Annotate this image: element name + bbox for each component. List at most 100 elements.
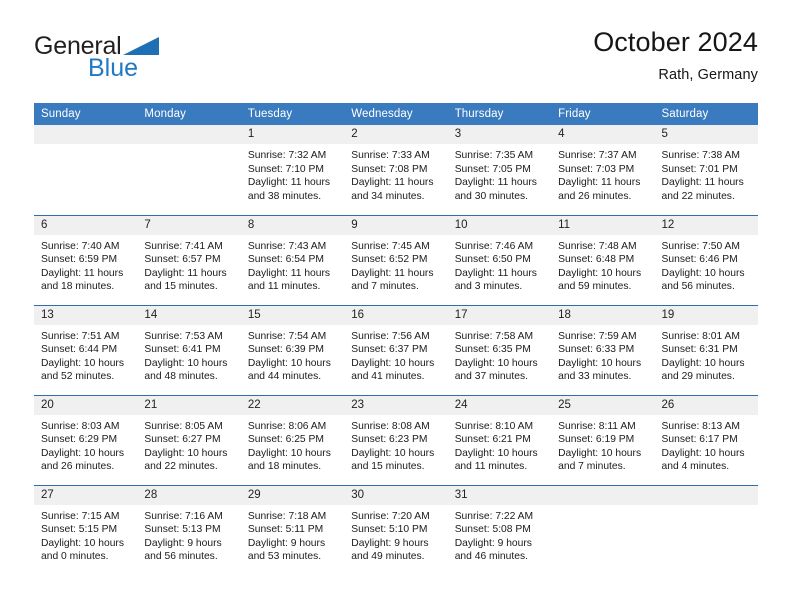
- sunset-text: Sunset: 6:54 PM: [247, 254, 324, 266]
- daylight-text-line1: Daylight: 9 hours: [144, 537, 222, 549]
- day-details: Sunrise: 7:58 AM Sunset: 6:35 PM Daylight:…: [448, 325, 551, 384]
- brand-logo[interactable]: General Blue: [34, 28, 214, 81]
- day-details: Sunrise: 8:03 AM Sunset: 6:29 PM Daylight:…: [34, 415, 137, 474]
- calendar-day-cell[interactable]: 11 Sunrise: 7:48 AM Sunset: 6:48 PM Dayligh…: [551, 215, 655, 306]
- daylight-text-line2: and 7 minutes.: [558, 461, 626, 473]
- sunset-text: Sunset: 5:13 PM: [144, 524, 221, 536]
- sunrise-text: Sunrise: 7:18 AM: [247, 510, 327, 522]
- sunset-text: Sunset: 7:08 PM: [351, 163, 428, 175]
- day-details: Sunrise: 8:13 AM Sunset: 6:17 PM Daylight:…: [655, 415, 758, 474]
- calendar-day-cell[interactable]: 8 Sunrise: 7:43 AM Sunset: 6:54 PM Daylight…: [240, 215, 345, 306]
- day-details: Sunrise: 7:45 AM Sunset: 6:52 PM Daylight:…: [344, 235, 447, 294]
- sunrise-text: Sunrise: 7:48 AM: [558, 240, 637, 252]
- sunrise-text: Sunrise: 7:45 AM: [351, 240, 430, 252]
- day-number: [551, 485, 655, 505]
- calendar-day-cell[interactable]: 5 Sunrise: 7:38 AM Sunset: 7:01 PM Daylight…: [654, 125, 758, 216]
- daylight-text-line2: and 33 minutes.: [558, 371, 632, 383]
- day-number: 15: [240, 305, 345, 325]
- sunset-text: Sunset: 6:57 PM: [144, 254, 221, 266]
- daylight-text-line2: and 18 minutes.: [247, 461, 322, 473]
- calendar-day-cell[interactable]: 12 Sunrise: 7:50 AM Sunset: 6:46 PM Dayligh…: [654, 215, 758, 306]
- calendar-day-cell[interactable]: 18 Sunrise: 7:59 AM Sunset: 6:33 PM Dayligh…: [551, 305, 655, 396]
- day-number: 2: [344, 125, 448, 144]
- daylight-text-line1: Daylight: 11 hours: [247, 267, 331, 279]
- calendar-day-cell[interactable]: 17 Sunrise: 7:58 AM Sunset: 6:35 PM Dayligh…: [447, 305, 552, 396]
- day-details: Sunrise: 7:51 AM Sunset: 6:44 PM Daylight:…: [34, 325, 137, 384]
- daylight-text-line1: Daylight: 11 hours: [661, 177, 744, 189]
- daylight-text-line1: Daylight: 10 hours: [144, 357, 228, 369]
- calendar-day-cell[interactable]: 4 Sunrise: 7:37 AM Sunset: 7:03 PM Daylight…: [551, 125, 655, 216]
- calendar-day-cell[interactable]: 25 Sunrise: 8:11 AM Sunset: 6:19 PM Dayligh…: [551, 395, 655, 486]
- calendar-day-cell[interactable]: 19 Sunrise: 8:01 AM Sunset: 6:31 PM Dayligh…: [654, 305, 758, 396]
- day-details: Sunrise: 7:43 AM Sunset: 6:54 PM Daylight:…: [241, 235, 344, 294]
- daylight-text-line2: and 38 minutes.: [247, 190, 322, 202]
- daylight-text-line1: Daylight: 10 hours: [351, 357, 435, 369]
- daylight-text-line2: and 59 minutes.: [558, 281, 632, 293]
- daylight-text-line2: and 30 minutes.: [454, 190, 528, 202]
- calendar-day-cell[interactable]: 1 Sunrise: 7:32 AM Sunset: 7:10 PM Daylight…: [240, 125, 345, 216]
- calendar-day-cell[interactable]: 16 Sunrise: 7:56 AM Sunset: 6:37 PM Dayligh…: [344, 305, 448, 396]
- daylight-text-line2: and 15 minutes.: [144, 281, 218, 293]
- day-details: Sunrise: 8:11 AM Sunset: 6:19 PM Daylight:…: [551, 415, 654, 474]
- calendar-day-cell[interactable]: 22 Sunrise: 8:06 AM Sunset: 6:25 PM Dayligh…: [240, 395, 345, 486]
- calendar-day-cell[interactable]: 31 Sunrise: 7:22 AM Sunset: 5:08 PM Dayligh…: [447, 485, 552, 575]
- day-number: [137, 125, 241, 144]
- daylight-text-line2: and 11 minutes.: [454, 461, 528, 473]
- day-details: Sunrise: 8:06 AM Sunset: 6:25 PM Daylight:…: [241, 415, 344, 474]
- calendar-day-cell[interactable]: 30 Sunrise: 7:20 AM Sunset: 5:10 PM Dayligh…: [344, 485, 448, 575]
- daylight-text-line1: Daylight: 11 hours: [41, 267, 124, 279]
- sunset-text: Sunset: 6:41 PM: [144, 344, 221, 356]
- calendar-day-cell[interactable]: 7 Sunrise: 7:41 AM Sunset: 6:57 PM Daylight…: [137, 215, 241, 306]
- sunrise-text: Sunrise: 7:41 AM: [144, 240, 223, 252]
- calendar-day-cell[interactable]: 6 Sunrise: 7:40 AM Sunset: 6:59 PM Daylight…: [34, 215, 138, 306]
- calendar-day-cell[interactable]: 9 Sunrise: 7:45 AM Sunset: 6:52 PM Daylight…: [344, 215, 448, 306]
- day-number: 18: [551, 305, 655, 325]
- calendar-week-row: 6 Sunrise: 7:40 AM Sunset: 6:59 PM Daylight…: [34, 215, 758, 306]
- calendar-day-cell[interactable]: 14 Sunrise: 7:53 AM Sunset: 6:41 PM Dayligh…: [137, 305, 241, 396]
- daylight-text-line2: and 41 minutes.: [351, 371, 425, 383]
- daylight-text-line2: and 44 minutes.: [247, 371, 322, 383]
- daylight-text-line2: and 26 minutes.: [558, 190, 632, 202]
- calendar-day-cell[interactable]: 2 Sunrise: 7:33 AM Sunset: 7:08 PM Daylight…: [344, 125, 448, 216]
- sunset-text: Sunset: 7:01 PM: [661, 163, 738, 175]
- calendar-day-cell[interactable]: 3 Sunrise: 7:35 AM Sunset: 7:05 PM Daylight…: [447, 125, 552, 216]
- calendar-day-cell[interactable]: 13 Sunrise: 7:51 AM Sunset: 6:44 PM Dayligh…: [34, 305, 138, 396]
- day-details: Sunrise: 7:38 AM Sunset: 7:01 PM Daylight:…: [655, 144, 758, 203]
- calendar-day-cell[interactable]: 10 Sunrise: 7:46 AM Sunset: 6:50 PM Dayligh…: [447, 215, 552, 306]
- day-details: Sunrise: 8:01 AM Sunset: 6:31 PM Daylight:…: [655, 325, 758, 384]
- day-number: 10: [447, 215, 552, 235]
- daylight-text-line2: and 52 minutes.: [41, 371, 115, 383]
- day-number: 9: [344, 215, 448, 235]
- daylight-text-line2: and 26 minutes.: [41, 461, 115, 473]
- calendar-day-cell[interactable]: 21 Sunrise: 8:05 AM Sunset: 6:27 PM Dayligh…: [137, 395, 241, 486]
- calendar-day-cell[interactable]: 28 Sunrise: 7:16 AM Sunset: 5:13 PM Dayligh…: [137, 485, 241, 575]
- day-details: Sunrise: 7:18 AM Sunset: 5:11 PM Daylight:…: [241, 505, 344, 564]
- calendar-day-cell[interactable]: 29 Sunrise: 7:18 AM Sunset: 5:11 PM Dayligh…: [240, 485, 345, 575]
- calendar-day-cell[interactable]: 20 Sunrise: 8:03 AM Sunset: 6:29 PM Dayligh…: [34, 395, 138, 486]
- sunrise-text: Sunrise: 7:58 AM: [454, 330, 534, 342]
- daylight-text-line1: Daylight: 10 hours: [558, 447, 642, 459]
- day-details: Sunrise: 7:32 AM Sunset: 7:10 PM Daylight:…: [241, 144, 344, 203]
- day-details: Sunrise: 7:59 AM Sunset: 6:33 PM Daylight:…: [551, 325, 654, 384]
- sunrise-text: Sunrise: 7:51 AM: [41, 330, 120, 342]
- calendar-day-cell[interactable]: 26 Sunrise: 8:13 AM Sunset: 6:17 PM Dayligh…: [654, 395, 758, 486]
- sunset-text: Sunset: 6:50 PM: [454, 254, 531, 266]
- calendar-day-cell[interactable]: 15 Sunrise: 7:54 AM Sunset: 6:39 PM Dayligh…: [240, 305, 345, 396]
- sunrise-text: Sunrise: 8:13 AM: [661, 420, 740, 432]
- day-number: 20: [34, 395, 138, 415]
- daylight-text-line1: Daylight: 10 hours: [351, 447, 435, 459]
- sunset-text: Sunset: 6:31 PM: [661, 344, 738, 356]
- sunset-text: Sunset: 5:15 PM: [41, 524, 118, 536]
- daylight-text-line2: and 4 minutes.: [661, 461, 730, 473]
- day-number: 14: [137, 305, 241, 325]
- calendar-day-cell[interactable]: 27 Sunrise: 7:15 AM Sunset: 5:15 PM Dayligh…: [34, 485, 138, 575]
- sunrise-text: Sunrise: 8:10 AM: [454, 420, 534, 432]
- calendar-day-cell[interactable]: 24 Sunrise: 8:10 AM Sunset: 6:21 PM Dayligh…: [447, 395, 552, 486]
- calendar-day-cell[interactable]: 23 Sunrise: 8:08 AM Sunset: 6:23 PM Dayligh…: [344, 395, 448, 486]
- daylight-text-line2: and 46 minutes.: [454, 551, 528, 563]
- day-details: Sunrise: 8:05 AM Sunset: 6:27 PM Daylight:…: [137, 415, 240, 474]
- daylight-text-line1: Daylight: 10 hours: [661, 357, 745, 369]
- sunset-text: Sunset: 6:21 PM: [454, 434, 531, 446]
- sunrise-text: Sunrise: 8:11 AM: [558, 420, 636, 432]
- day-number: [34, 125, 138, 144]
